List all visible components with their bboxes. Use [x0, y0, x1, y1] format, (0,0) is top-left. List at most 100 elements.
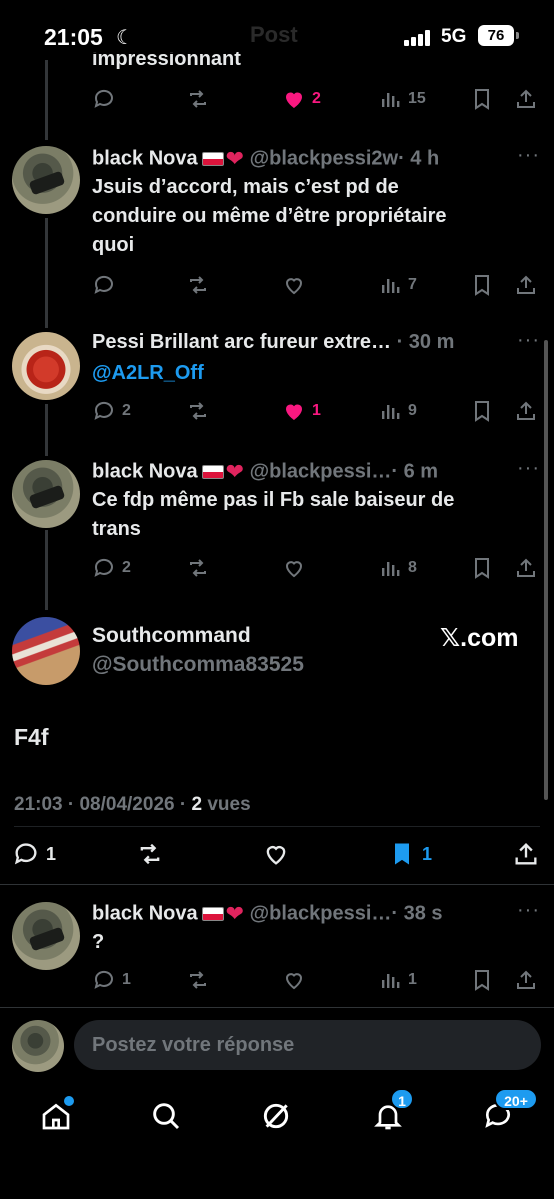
like-button[interactable]	[282, 553, 306, 583]
like-count: 2	[312, 90, 321, 107]
bookmark-button[interactable]	[470, 396, 494, 426]
views-icon	[382, 974, 400, 988]
display-name[interactable]: black Nova	[92, 460, 198, 482]
share-button[interactable]	[514, 84, 538, 114]
retweet-button[interactable]	[186, 84, 210, 114]
tweet-text: ?	[92, 931, 105, 953]
tweet-text-line: Jsuis d’accord, mais c’est pd de	[92, 176, 399, 198]
share-button[interactable]	[512, 836, 540, 872]
avatar[interactable]	[12, 902, 80, 970]
share-button[interactable]	[514, 396, 538, 426]
views-button[interactable]: 8	[378, 553, 417, 583]
heart-icon	[285, 278, 303, 295]
thread-line	[45, 218, 48, 328]
avatar[interactable]	[12, 146, 80, 214]
reply-button[interactable]: 1	[12, 836, 56, 872]
scrollbar[interactable]	[544, 340, 548, 800]
reply-count: 1	[122, 971, 131, 988]
display-name[interactable]: Southcommand	[92, 624, 251, 648]
user-handle[interactable]: @Southcomma83525	[92, 653, 304, 677]
reply-button[interactable]	[92, 270, 116, 300]
nav-home[interactable]	[36, 1096, 76, 1136]
views-button[interactable]: 1	[378, 965, 417, 995]
poland-flag-icon	[201, 465, 224, 479]
post-time: · 6 m	[391, 460, 439, 483]
views-count: 1	[408, 971, 417, 988]
moon-icon: ☾	[116, 27, 134, 49]
share-button[interactable]	[514, 965, 538, 995]
poland-flag-icon	[201, 907, 224, 921]
views-button[interactable]: 15	[378, 84, 426, 114]
reply-button[interactable]: 1	[92, 965, 131, 995]
bookmark-button[interactable]: 1	[388, 836, 432, 872]
like-button[interactable]	[262, 836, 290, 872]
bookmark-button[interactable]	[470, 553, 494, 583]
reply-button[interactable]: 2	[92, 396, 131, 426]
retweet-button[interactable]	[186, 270, 210, 300]
like-button[interactable]: 2	[282, 84, 321, 114]
mention-link[interactable]: @A2LR_Off	[92, 359, 204, 388]
more-options-icon[interactable]: ···	[517, 144, 540, 167]
like-button[interactable]	[282, 965, 306, 995]
reply-input[interactable]	[74, 1020, 541, 1070]
bookmark-icon	[475, 89, 489, 110]
avatar[interactable]	[12, 617, 80, 685]
user-handle[interactable]: @blackpessi2w	[250, 147, 398, 169]
bookmark-icon	[475, 401, 489, 422]
nav-notifications[interactable]: 1	[368, 1088, 414, 1136]
nav-messages[interactable]: 20+	[478, 1088, 538, 1136]
battery-icon: 76	[478, 25, 519, 46]
nav-search[interactable]	[146, 1096, 186, 1136]
post-actions: 1 1	[0, 836, 554, 872]
avatar	[12, 1020, 64, 1072]
reply-button[interactable]	[92, 84, 116, 114]
header-title-ghost: Post	[250, 22, 298, 47]
poland-flag-icon	[201, 152, 224, 166]
views-button[interactable]: 9	[378, 396, 417, 426]
bookmark-icon	[475, 970, 489, 991]
notifications-badge: 1	[390, 1088, 414, 1110]
user-handle[interactable]: @blackpessi…	[250, 902, 392, 924]
nav-grok[interactable]	[256, 1096, 296, 1136]
display-name[interactable]: black Nova	[92, 902, 198, 924]
tweet-header: Pessi Brillant arc fureur extre… · 30 m	[92, 331, 454, 354]
red-heart-icon: ❤	[225, 901, 245, 926]
reply-count: 1	[46, 843, 57, 864]
reply-count: 2	[122, 559, 131, 576]
bookmark-button[interactable]	[470, 84, 494, 114]
bookmark-button[interactable]	[470, 965, 494, 995]
retweet-button[interactable]	[186, 965, 210, 995]
views-icon	[382, 562, 400, 576]
retweet-button[interactable]	[186, 553, 210, 583]
share-button[interactable]	[514, 270, 538, 300]
avatar[interactable]	[12, 332, 80, 400]
more-options-icon[interactable]: ···	[517, 457, 540, 480]
tweet-header: black Nova ❤ @blackpessi…· 6 m	[92, 459, 438, 485]
reply-button[interactable]: 2	[92, 553, 131, 583]
thread-line	[45, 60, 48, 140]
heart-filled-icon	[286, 404, 302, 420]
post-meta: 21:03 · 08/04/2026 · 2 vues	[14, 794, 251, 816]
tweet-actions: 2 1 9	[92, 396, 542, 426]
like-button[interactable]	[282, 270, 306, 300]
reply-icon	[14, 843, 37, 865]
network-type: 5G	[441, 26, 467, 47]
like-button[interactable]: 1	[282, 396, 321, 426]
retweet-button[interactable]	[136, 836, 164, 872]
user-handle[interactable]: @blackpessi…	[250, 460, 392, 482]
status-bar: 21:05 ☾ Post 5G 76	[0, 0, 554, 70]
retweet-button[interactable]	[186, 396, 210, 426]
tweet-actions: 2 8	[92, 553, 542, 583]
more-options-icon[interactable]: ···	[517, 899, 540, 922]
heart-icon	[266, 846, 286, 865]
red-heart-icon: ❤	[225, 459, 245, 484]
bookmark-button[interactable]	[470, 270, 494, 300]
display-name[interactable]: black Nova	[92, 147, 198, 169]
display-name[interactable]: Pessi Brillant arc fureur extre…	[92, 331, 391, 353]
home-dot	[64, 1096, 74, 1106]
views-count: 8	[408, 559, 417, 576]
share-button[interactable]	[514, 553, 538, 583]
views-button[interactable]: 7	[378, 270, 417, 300]
avatar[interactable]	[12, 460, 80, 528]
more-options-icon[interactable]: ···	[517, 329, 540, 352]
